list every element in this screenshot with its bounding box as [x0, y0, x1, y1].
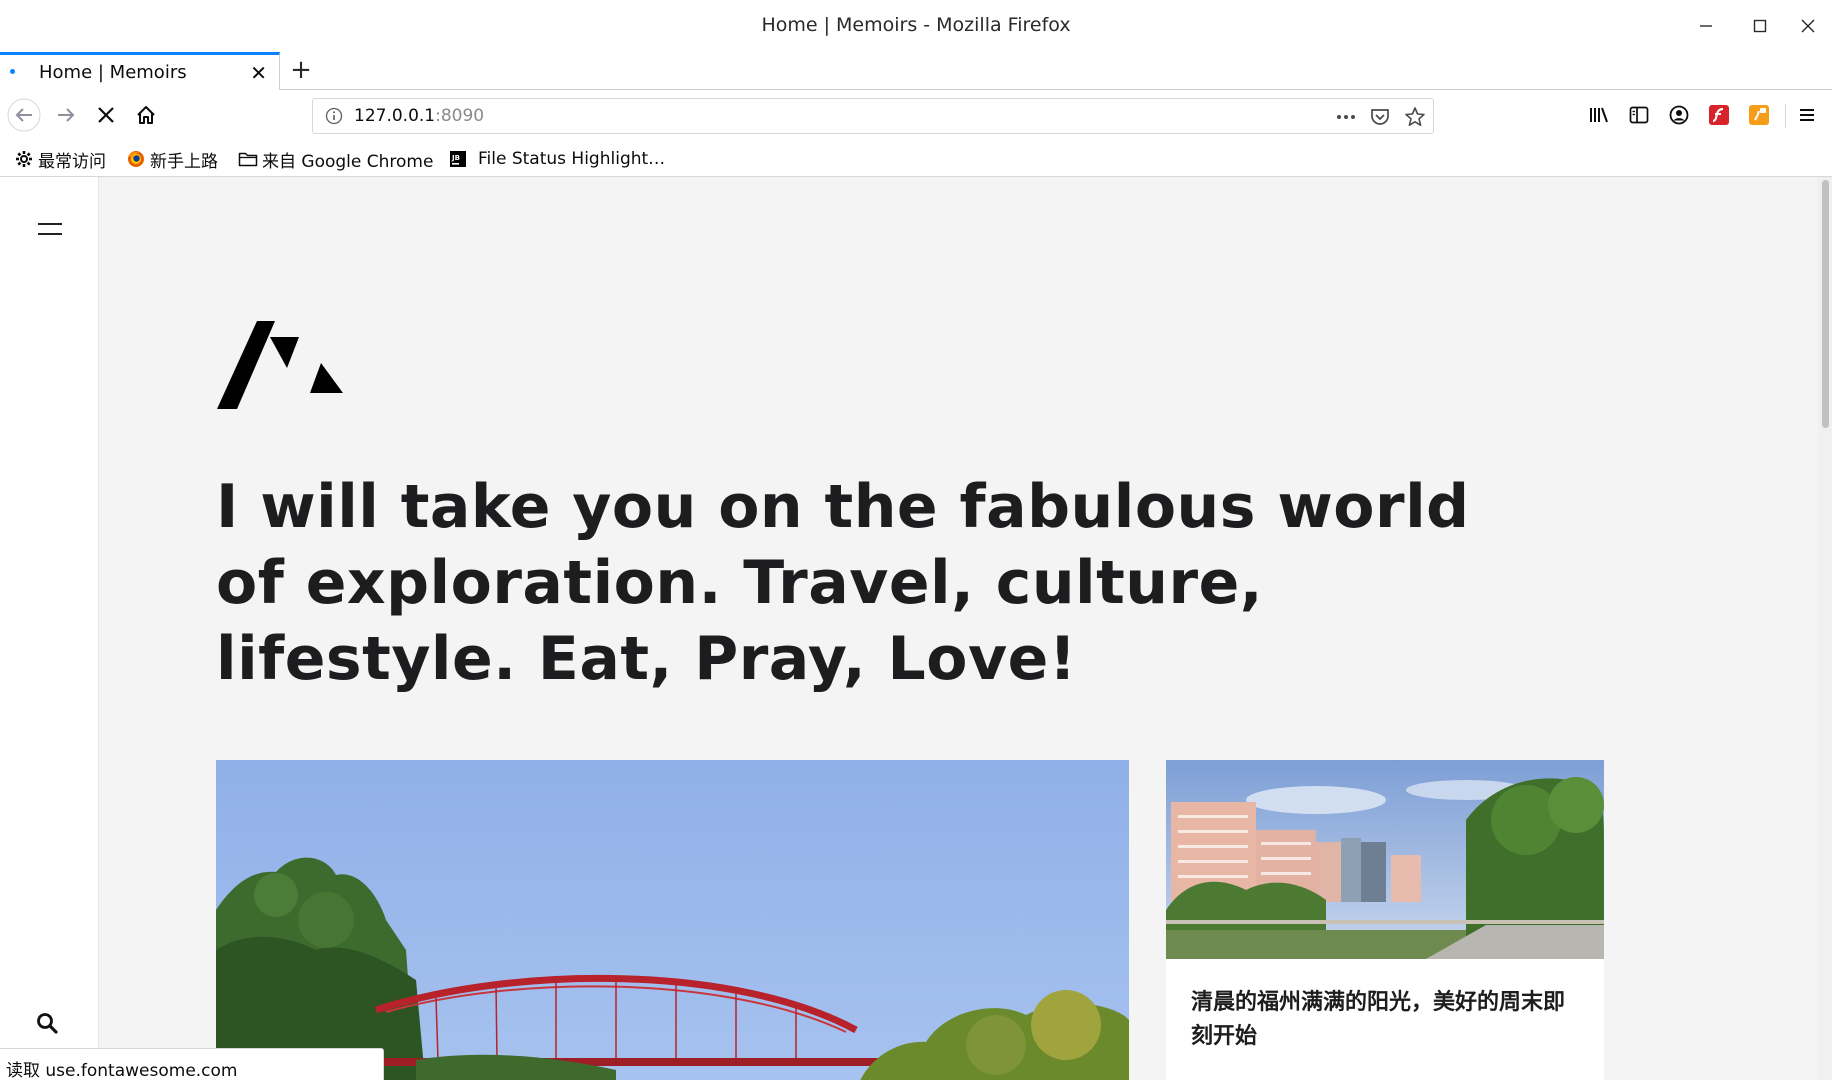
extension-orange-icon[interactable]	[1742, 98, 1776, 132]
stop-icon	[98, 107, 114, 123]
tab-home-memoirs[interactable]: Home | Memoirs ✕	[0, 52, 280, 90]
window-titlebar: Home | Memoirs - Mozilla Firefox	[0, 0, 1832, 52]
forward-arrow-icon	[58, 108, 75, 122]
gear-icon	[14, 149, 34, 169]
featured-post-card[interactable]	[216, 760, 1129, 1080]
hamburger-menu-icon[interactable]	[38, 219, 62, 237]
url-text[interactable]: 127.0.0.1:8090	[354, 106, 484, 126]
address-bar[interactable]: 127.0.0.1:8090	[312, 98, 1434, 134]
bookmark-folder-from-chrome[interactable]: 来自 Google Chrome	[238, 146, 433, 172]
side-post-image	[1166, 760, 1604, 959]
url-host: 127.0.0.1	[354, 106, 436, 126]
firefox-icon	[126, 149, 146, 169]
page-actions-icon[interactable]	[1335, 106, 1357, 128]
search-icon[interactable]	[36, 1012, 60, 1036]
jetbrains-icon: JB	[448, 149, 468, 169]
library-icon[interactable]	[1582, 98, 1616, 132]
bookmark-file-status-highlight[interactable]: JB File Status Highlight…	[448, 146, 665, 172]
site-logo[interactable]	[217, 321, 343, 409]
loading-indicator-icon	[10, 69, 15, 74]
home-button[interactable]	[129, 98, 163, 132]
site-info-icon[interactable]	[325, 107, 343, 129]
site-sidebar	[0, 177, 99, 1080]
home-icon	[137, 106, 155, 124]
tab-label: Home | Memoirs	[39, 62, 187, 83]
bookmark-star-icon[interactable]	[1404, 106, 1426, 128]
open-menu-icon[interactable]	[1790, 98, 1824, 132]
side-post-title[interactable]: 清晨的福州满满的阳光，美好的周末即刻开始	[1191, 986, 1581, 1054]
featured-post-image	[216, 760, 1129, 1080]
bookmark-label: File Status Highlight…	[478, 149, 666, 169]
window-title: Home | Memoirs - Mozilla Firefox	[761, 14, 1071, 36]
bookmark-getting-started[interactable]: 新手上路	[126, 146, 218, 172]
bookmark-label: 来自 Google Chrome	[262, 151, 434, 172]
new-tab-button[interactable]: +	[286, 54, 316, 86]
navigation-toolbar: 127.0.0.1:8090	[0, 90, 1832, 140]
pocket-icon[interactable]	[1369, 106, 1391, 128]
forward-button[interactable]	[49, 98, 83, 132]
maximize-icon[interactable]	[1740, 8, 1780, 44]
tab-close-icon[interactable]: ✕	[250, 61, 267, 85]
page-scrollbar-thumb[interactable]	[1822, 180, 1829, 428]
stop-loading-button[interactable]	[89, 98, 123, 132]
flash-extension-icon[interactable]	[1702, 98, 1736, 132]
sidebar-toggle-icon[interactable]	[1622, 98, 1656, 132]
status-panel: 读取 use.fontawesome.com	[0, 1048, 384, 1080]
bookmark-label: 最常访问	[38, 151, 106, 172]
close-icon[interactable]	[1788, 8, 1828, 44]
side-post-card[interactable]: 清晨的福州满满的阳光，美好的周末即刻开始	[1166, 760, 1604, 1080]
page-headline: I will take you on the fabulous world of…	[216, 472, 1470, 694]
svg-text:JB: JB	[451, 154, 460, 162]
url-port: :8090	[435, 106, 485, 126]
bookmark-label: 新手上路	[150, 151, 218, 172]
account-icon[interactable]	[1662, 98, 1696, 132]
bookmark-most-visited[interactable]: 最常访问	[14, 146, 106, 172]
back-arrow-icon	[7, 98, 41, 132]
minimize-icon[interactable]	[1686, 8, 1726, 44]
toolbar-separator	[1785, 104, 1786, 128]
bookmarks-toolbar: 最常访问 新手上路 来自 Google Chrome JB File Statu…	[0, 140, 1832, 177]
tab-strip: Home | Memoirs ✕ +	[0, 52, 1832, 90]
page-viewport: I will take you on the fabulous world of…	[0, 177, 1818, 1080]
folder-icon	[238, 149, 258, 169]
back-button[interactable]	[7, 98, 41, 132]
